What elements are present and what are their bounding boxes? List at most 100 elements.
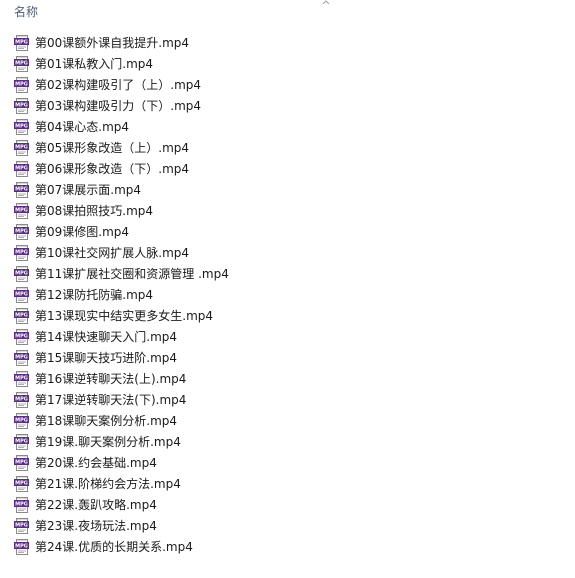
file-list: MPG 第00课额外课自我提升.mp4 MPG 第01课私教入门.mp4 MPG… [14, 32, 414, 557]
file-name: 第18课聊天案例分析.mp4 [35, 413, 178, 428]
mp4-video-icon: MPG [14, 433, 29, 450]
file-name: 第20课.约会基础.mp4 [35, 455, 157, 470]
file-name: 第07课展示面.mp4 [35, 182, 142, 197]
file-row[interactable]: MPG 第10课社交网扩展人脉.mp4 [14, 242, 414, 263]
mp4-video-icon: MPG [14, 475, 29, 492]
file-name: 第15课聊天技巧进阶.mp4 [35, 350, 178, 365]
svg-text:MPG: MPG [15, 249, 28, 255]
mp4-video-icon: MPG [14, 55, 29, 72]
svg-text:MPG: MPG [15, 417, 28, 423]
file-name: 第12课防托防骗.mp4 [35, 287, 154, 302]
svg-text:MPG: MPG [15, 228, 28, 234]
file-row[interactable]: MPG 第21课.阶梯约会方法.mp4 [14, 473, 414, 494]
file-name: 第16课逆转聊天法(上).mp4 [35, 371, 187, 386]
file-name: 第23课.夜场玩法.mp4 [35, 518, 157, 533]
file-name: 第08课拍照技巧.mp4 [35, 203, 154, 218]
mp4-video-icon: MPG [14, 118, 29, 135]
file-name: 第01课私教入门.mp4 [35, 56, 154, 71]
file-row[interactable]: MPG 第18课聊天案例分析.mp4 [14, 410, 414, 431]
file-name: 第22课.轰趴攻略.mp4 [35, 497, 157, 512]
svg-text:MPG: MPG [15, 375, 28, 381]
file-row[interactable]: MPG 第22课.轰趴攻略.mp4 [14, 494, 414, 515]
svg-text:MPG: MPG [15, 543, 28, 549]
mp4-video-icon: MPG [14, 34, 29, 51]
file-row[interactable]: MPG 第20课.约会基础.mp4 [14, 452, 414, 473]
mp4-video-icon: MPG [14, 349, 29, 366]
svg-text:MPG: MPG [15, 165, 28, 171]
svg-text:MPG: MPG [15, 333, 28, 339]
mp4-video-icon: MPG [14, 517, 29, 534]
svg-text:MPG: MPG [15, 354, 28, 360]
mp4-video-icon: MPG [14, 76, 29, 93]
file-row[interactable]: MPG 第14课快速聊天入门.mp4 [14, 326, 414, 347]
svg-text:MPG: MPG [15, 39, 28, 45]
svg-text:MPG: MPG [15, 438, 28, 444]
file-name: 第14课快速聊天入门.mp4 [35, 329, 178, 344]
file-row[interactable]: MPG 第24课.优质的长期关系.mp4 [14, 536, 414, 557]
mp4-video-icon: MPG [14, 538, 29, 555]
svg-text:MPG: MPG [15, 312, 28, 318]
mp4-video-icon: MPG [14, 265, 29, 282]
mp4-video-icon: MPG [14, 97, 29, 114]
file-name: 第06课形象改造（下）.mp4 [35, 161, 190, 176]
file-name: 第11课扩展社交圈和资源管理 .mp4 [35, 266, 229, 281]
file-row[interactable]: MPG 第15课聊天技巧进阶.mp4 [14, 347, 414, 368]
file-name: 第21课.阶梯约会方法.mp4 [35, 476, 181, 491]
mp4-video-icon: MPG [14, 286, 29, 303]
file-name: 第04课心态.mp4 [35, 119, 130, 134]
file-row[interactable]: MPG 第23课.夜场玩法.mp4 [14, 515, 414, 536]
file-row[interactable]: MPG 第11课扩展社交圈和资源管理 .mp4 [14, 263, 414, 284]
mp4-video-icon: MPG [14, 181, 29, 198]
svg-text:MPG: MPG [15, 81, 28, 87]
svg-text:MPG: MPG [15, 186, 28, 192]
file-name: 第17课逆转聊天法(下).mp4 [35, 392, 187, 407]
file-name: 第03课构建吸引力（下）.mp4 [35, 98, 202, 113]
name-column-header[interactable]: 名称 [14, 5, 38, 19]
mp4-video-icon: MPG [14, 244, 29, 261]
mp4-video-icon: MPG [14, 496, 29, 513]
file-row[interactable]: MPG 第04课心态.mp4 [14, 116, 414, 137]
svg-text:MPG: MPG [15, 102, 28, 108]
svg-text:MPG: MPG [15, 207, 28, 213]
file-name: 第19课.聊天案例分析.mp4 [35, 434, 181, 449]
file-name: 第24课.优质的长期关系.mp4 [35, 539, 193, 554]
file-name: 第05课形象改造（上）.mp4 [35, 140, 190, 155]
mp4-video-icon: MPG [14, 454, 29, 471]
file-row[interactable]: MPG 第17课逆转聊天法(下).mp4 [14, 389, 414, 410]
file-row[interactable]: MPG 第02课构建吸引了（上）.mp4 [14, 74, 414, 95]
file-row[interactable]: MPG 第09课修图.mp4 [14, 221, 414, 242]
svg-text:MPG: MPG [15, 60, 28, 66]
svg-text:MPG: MPG [15, 291, 28, 297]
mp4-video-icon: MPG [14, 391, 29, 408]
mp4-video-icon: MPG [14, 370, 29, 387]
svg-text:MPG: MPG [15, 501, 28, 507]
mp4-video-icon: MPG [14, 328, 29, 345]
file-row[interactable]: MPG 第08课拍照技巧.mp4 [14, 200, 414, 221]
file-row[interactable]: MPG 第16课逆转聊天法(上).mp4 [14, 368, 414, 389]
file-row[interactable]: MPG 第06课形象改造（下）.mp4 [14, 158, 414, 179]
sort-ascending-icon [322, 0, 330, 5]
file-row[interactable]: MPG 第19课.聊天案例分析.mp4 [14, 431, 414, 452]
file-row[interactable]: MPG 第05课形象改造（上）.mp4 [14, 137, 414, 158]
file-name: 第10课社交网扩展人脉.mp4 [35, 245, 190, 260]
file-explorer: 名称 MPG 第00课额外课自我提升.mp4 MPG 第01课私教入门.mp4 [0, 0, 575, 578]
mp4-video-icon: MPG [14, 202, 29, 219]
svg-text:MPG: MPG [15, 480, 28, 486]
svg-text:MPG: MPG [15, 522, 28, 528]
svg-text:MPG: MPG [15, 144, 28, 150]
file-name: 第09课修图.mp4 [35, 224, 130, 239]
mp4-video-icon: MPG [14, 307, 29, 324]
file-row[interactable]: MPG 第00课额外课自我提升.mp4 [14, 32, 414, 53]
mp4-video-icon: MPG [14, 139, 29, 156]
svg-text:MPG: MPG [15, 396, 28, 402]
file-row[interactable]: MPG 第12课防托防骗.mp4 [14, 284, 414, 305]
file-row[interactable]: MPG 第01课私教入门.mp4 [14, 53, 414, 74]
file-row[interactable]: MPG 第07课展示面.mp4 [14, 179, 414, 200]
file-row[interactable]: MPG 第03课构建吸引力（下）.mp4 [14, 95, 414, 116]
svg-text:MPG: MPG [15, 123, 28, 129]
svg-text:MPG: MPG [15, 459, 28, 465]
svg-text:MPG: MPG [15, 270, 28, 276]
file-row[interactable]: MPG 第13课现实中结实更多女生.mp4 [14, 305, 414, 326]
file-name: 第13课现实中结实更多女生.mp4 [35, 308, 214, 323]
column-header: 名称 [0, 0, 575, 24]
